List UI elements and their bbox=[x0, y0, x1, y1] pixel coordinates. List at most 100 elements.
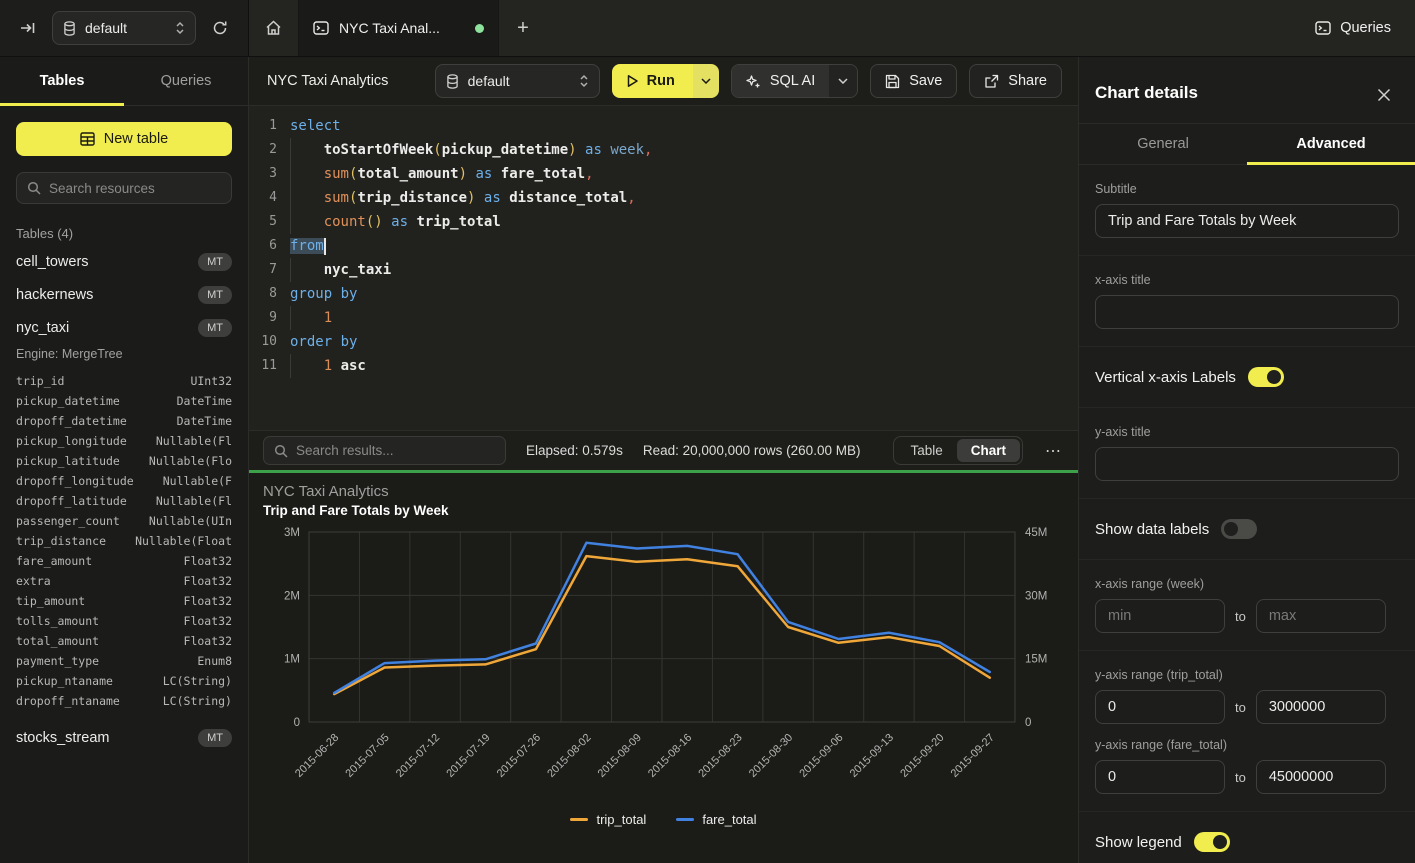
vertical-x-labels-toggle[interactable] bbox=[1248, 367, 1284, 387]
y-axis-range-trip-max-input[interactable] bbox=[1256, 690, 1386, 724]
code-line-1[interactable]: select bbox=[290, 114, 1078, 138]
sidebar-tab-tables[interactable]: Tables bbox=[0, 57, 124, 105]
resource-search-input[interactable] bbox=[49, 181, 226, 196]
new-tab-button[interactable]: + bbox=[499, 0, 547, 56]
y-axis-range-fare-label: y-axis range (fare_total) bbox=[1095, 738, 1399, 752]
sql-editor[interactable]: 1234567891011 selecttoStartOfWeek(pickup… bbox=[249, 106, 1078, 430]
subtitle-input[interactable] bbox=[1095, 204, 1399, 238]
resource-search[interactable] bbox=[16, 172, 232, 204]
sidebar-table-stocks_stream[interactable]: stocks_streamMT bbox=[16, 721, 232, 754]
table-name: nyc_taxi bbox=[16, 320, 198, 336]
y-axis-ranges-group: y-axis range (trip_total) to y-axis rang… bbox=[1079, 651, 1415, 812]
code-line-7[interactable]: nyc_taxi bbox=[290, 258, 1078, 282]
token: as bbox=[585, 142, 602, 158]
svg-text:2M: 2M bbox=[284, 590, 300, 602]
tab-title: NYC Taxi Anal... bbox=[339, 20, 465, 36]
refresh-icon bbox=[212, 20, 228, 36]
code-line-4[interactable]: sum(trip_distance) as distance_total, bbox=[290, 186, 1078, 210]
database-selector[interactable]: default bbox=[52, 11, 196, 45]
queries-label: Queries bbox=[1340, 20, 1391, 36]
line-number: 6 bbox=[249, 234, 277, 258]
show-legend-toggle[interactable] bbox=[1194, 832, 1230, 852]
tab-advanced[interactable]: Advanced bbox=[1247, 124, 1415, 164]
run-button[interactable]: Run bbox=[612, 64, 719, 98]
svg-text:2015-07-26: 2015-07-26 bbox=[495, 732, 543, 780]
token: as bbox=[484, 190, 501, 206]
sidebar-tab-queries[interactable]: Queries bbox=[124, 57, 248, 105]
code-line-2[interactable]: toStartOfWeek(pickup_datetime) as week, bbox=[290, 138, 1078, 162]
view-toggle-table[interactable]: Table bbox=[896, 439, 956, 462]
collapse-arrow-icon bbox=[20, 21, 36, 35]
token: , bbox=[585, 166, 593, 182]
chart-details-header: Chart details bbox=[1079, 57, 1415, 124]
save-button[interactable]: Save bbox=[870, 64, 957, 98]
svg-text:2015-09-13: 2015-09-13 bbox=[848, 732, 896, 780]
code-line-9[interactable]: 1 bbox=[290, 306, 1078, 330]
sql-ai-button[interactable]: SQL AI bbox=[731, 64, 858, 98]
refresh-button[interactable] bbox=[206, 14, 234, 42]
results-search-input[interactable] bbox=[296, 443, 495, 458]
code-line-5[interactable]: count() as trip_total bbox=[290, 210, 1078, 234]
column-name: pickup_longitude bbox=[16, 431, 127, 451]
code-line-11[interactable]: 1 asc bbox=[290, 354, 1078, 378]
column-name: tolls_amount bbox=[16, 611, 99, 631]
toolbar-database-selector[interactable]: default bbox=[435, 64, 600, 98]
sql-ai-main[interactable]: SQL AI bbox=[732, 65, 829, 97]
tab-general[interactable]: General bbox=[1079, 124, 1247, 164]
queries-button[interactable]: Queries bbox=[1315, 0, 1391, 56]
svg-text:2015-08-16: 2015-08-16 bbox=[646, 732, 694, 780]
results-more-button[interactable]: ⋯ bbox=[1043, 441, 1064, 461]
results-search[interactable] bbox=[263, 436, 506, 465]
subtitle-group: Subtitle bbox=[1079, 165, 1415, 256]
show-legend-row: Show legend bbox=[1079, 812, 1415, 863]
token bbox=[501, 190, 509, 206]
token: order by bbox=[290, 334, 357, 350]
legend-item-trip_total[interactable]: trip_total bbox=[570, 812, 646, 827]
y-axis-range-fare-max-input[interactable] bbox=[1256, 760, 1386, 794]
x-axis-range-max-input[interactable] bbox=[1256, 599, 1386, 633]
y-axis-title-group: y-axis title bbox=[1079, 408, 1415, 499]
run-options-chevron[interactable] bbox=[693, 64, 719, 98]
text-cursor bbox=[324, 238, 326, 255]
tab-nyc-taxi-analytics[interactable]: NYC Taxi Anal... bbox=[299, 0, 499, 56]
new-table-button[interactable]: New table bbox=[16, 122, 232, 156]
y-axis-range-trip-min-input[interactable] bbox=[1095, 690, 1225, 724]
y-axis-title-input[interactable] bbox=[1095, 447, 1399, 481]
column-type: Nullable(F bbox=[163, 471, 232, 491]
code-line-6[interactable]: from bbox=[290, 234, 1078, 258]
sidebar-table-hackernews[interactable]: hackernewsMT bbox=[16, 278, 232, 311]
y-axis-range-fare-min-input[interactable] bbox=[1095, 760, 1225, 794]
column-name: payment_type bbox=[16, 651, 99, 671]
sidebar-table-cell_towers[interactable]: cell_towersMT bbox=[16, 245, 232, 278]
column-row: pickup_longitudeNullable(Fl bbox=[16, 431, 232, 451]
token: distance_total bbox=[509, 190, 627, 206]
code-line-3[interactable]: sum(total_amount) as fare_total, bbox=[290, 162, 1078, 186]
sql-ai-chevron[interactable] bbox=[829, 65, 857, 97]
column-row: total_amountFloat32 bbox=[16, 631, 232, 651]
show-data-labels-label: Show data labels bbox=[1095, 521, 1209, 538]
share-button[interactable]: Share bbox=[969, 64, 1062, 98]
chart-details-title: Chart details bbox=[1095, 83, 1399, 103]
top-bar: default NYC Taxi Anal... + Queries bbox=[0, 0, 1415, 57]
sidebar-table-nyc_taxi[interactable]: nyc_taxiMT bbox=[16, 311, 232, 344]
home-button[interactable] bbox=[249, 0, 299, 56]
y-axis-range-fare-row: to bbox=[1095, 760, 1399, 794]
x-axis-title-input[interactable] bbox=[1095, 295, 1399, 329]
code-line-8[interactable]: group by bbox=[290, 282, 1078, 306]
range-to-label: to bbox=[1235, 700, 1246, 715]
code-line-10[interactable]: order by bbox=[290, 330, 1078, 354]
view-toggle-chart[interactable]: Chart bbox=[957, 439, 1020, 462]
legend-item-fare_total[interactable]: fare_total bbox=[676, 812, 756, 827]
collapse-sidebar-button[interactable] bbox=[14, 14, 42, 42]
column-name: pickup_latitude bbox=[16, 451, 120, 471]
x-axis-range-min-input[interactable] bbox=[1095, 599, 1225, 633]
sql-code[interactable]: selecttoStartOfWeek(pickup_datetime) as … bbox=[290, 114, 1078, 430]
column-type: DateTime bbox=[177, 411, 232, 431]
token bbox=[383, 214, 391, 230]
token: from bbox=[290, 238, 324, 254]
run-button-main[interactable]: Run bbox=[612, 64, 693, 98]
show-data-labels-toggle[interactable] bbox=[1221, 519, 1257, 539]
token: pickup_datetime bbox=[442, 142, 568, 158]
close-panel-button[interactable] bbox=[1377, 83, 1401, 107]
close-icon bbox=[1377, 88, 1401, 102]
